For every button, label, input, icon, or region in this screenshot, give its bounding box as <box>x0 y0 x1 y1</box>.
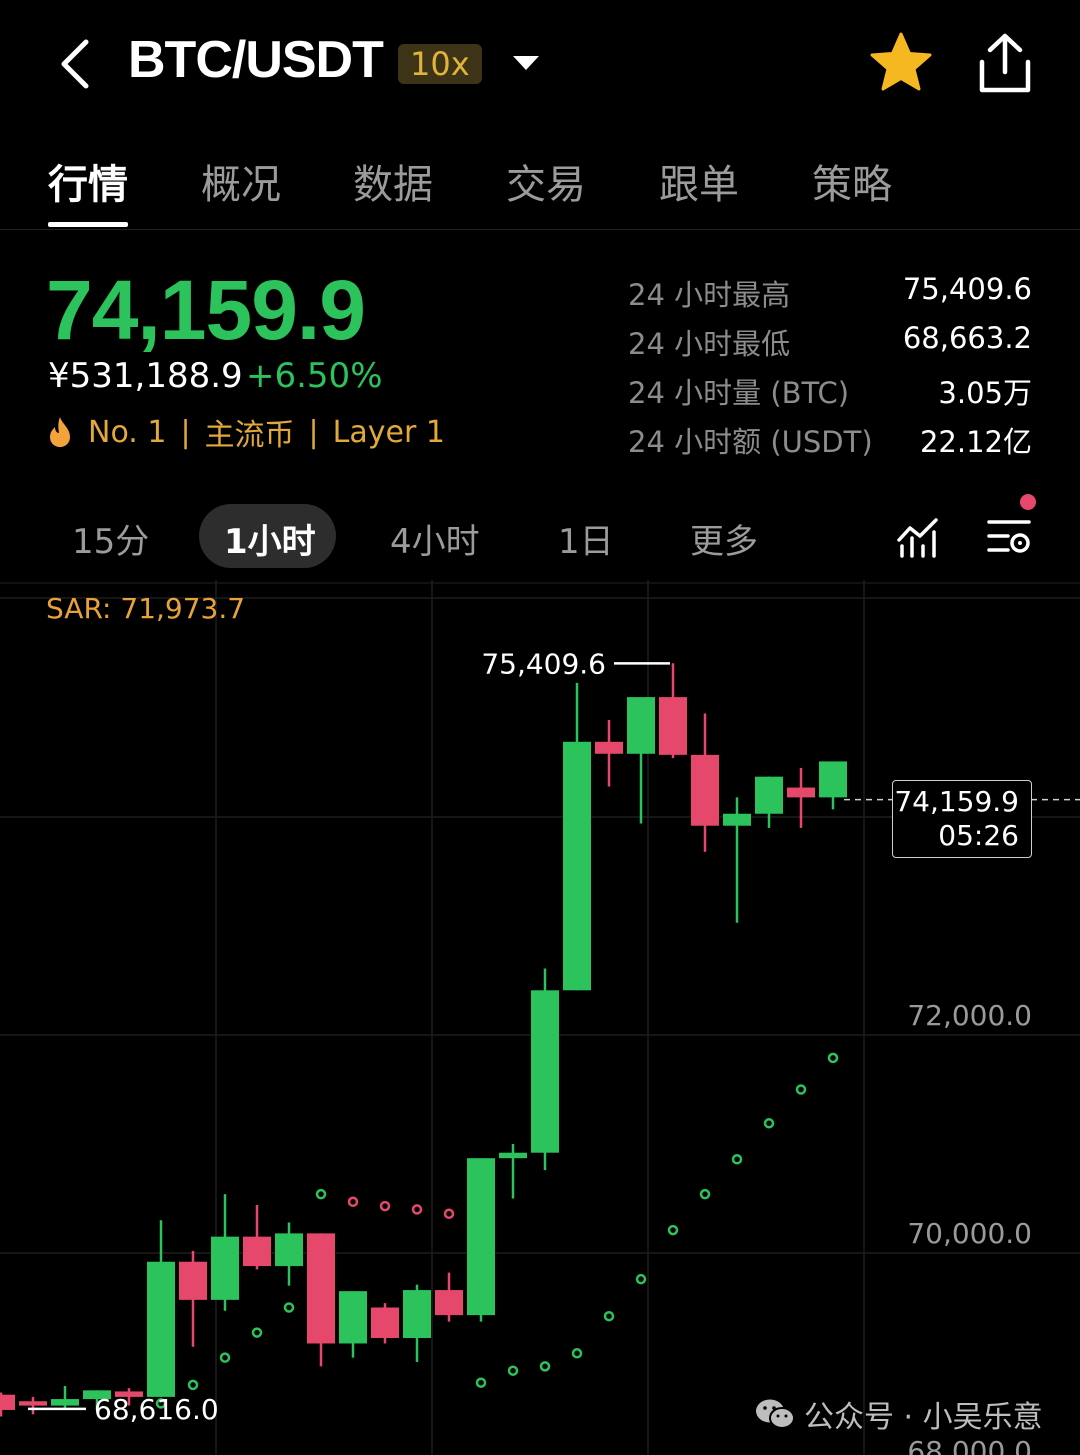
watermark-text: 公众号 · 小吴乐意 <box>804 1400 1043 1435</box>
candle-body <box>435 1290 463 1316</box>
sar-dot <box>219 1352 231 1363</box>
tab-strategy[interactable]: 策略 <box>812 152 892 210</box>
sar-dot <box>315 1188 327 1200</box>
last-price: 74,159.9 <box>46 263 366 357</box>
sar-dot <box>475 1377 487 1388</box>
candle-body <box>275 1233 303 1267</box>
chart-settings-icon[interactable] <box>986 514 1032 558</box>
candle-body <box>403 1290 431 1339</box>
candle-body <box>19 1401 47 1406</box>
candle-body <box>467 1158 495 1316</box>
pair-title[interactable]: BTC/USDT <box>128 30 384 90</box>
sar-dot <box>443 1208 455 1220</box>
candle-body <box>307 1233 335 1344</box>
notification-dot <box>1020 494 1036 510</box>
stat-low-label: 24 小时最低 <box>628 327 791 361</box>
tab-trade[interactable]: 交易 <box>506 152 586 210</box>
sar-dot <box>571 1348 583 1359</box>
indicator-icon[interactable] <box>896 514 942 558</box>
sar-dot <box>379 1200 391 1212</box>
back-arrow-icon[interactable] <box>52 36 102 92</box>
watermark: 公众号 · 小吴乐意 <box>754 1392 1043 1436</box>
candle-body <box>531 990 559 1153</box>
sar-dot <box>731 1154 743 1165</box>
high-marker-label: 75,409.6 <box>481 647 606 680</box>
candle-body <box>147 1261 175 1397</box>
active-tab-indicator <box>48 222 128 227</box>
candle-body <box>595 741 623 754</box>
sar-dot <box>251 1327 263 1338</box>
candle-body <box>563 741 591 991</box>
sar-dot <box>763 1118 775 1129</box>
sar-dot <box>283 1302 295 1313</box>
candle-body <box>723 813 751 826</box>
candle-body <box>211 1236 239 1300</box>
interval-1h[interactable]: 1小时 <box>224 514 316 563</box>
tag-row: No. 1 | 主流币 | Layer 1 <box>46 410 445 454</box>
sar-dot <box>507 1365 519 1376</box>
sar-dot <box>795 1084 807 1095</box>
fire-icon <box>50 417 70 447</box>
current-price-value: 74,159.9 <box>894 785 1019 818</box>
candle-body <box>627 697 655 754</box>
interval-more[interactable]: 更多 <box>690 514 758 563</box>
candle-body <box>819 761 847 798</box>
candlestick-chart[interactable]: 72,000.0 70,000.0 68,000.0 75,409.6 68,616.0 <box>0 580 1080 1455</box>
sar-dot <box>827 1052 839 1064</box>
star-icon[interactable] <box>868 30 934 96</box>
y-axis-tick-label: 70,000.0 <box>907 1217 1032 1250</box>
change-percent: +6.50% <box>246 356 383 396</box>
candle-body <box>51 1399 79 1406</box>
tabs-divider <box>0 229 1080 230</box>
candle-body <box>691 754 719 826</box>
sar-dot <box>411 1204 423 1215</box>
sar-dot <box>667 1224 679 1236</box>
stat-low-value: 68,663.2 <box>902 321 1032 355</box>
stat-volume-value: 3.05万 <box>938 376 1032 410</box>
low-marker-label: 68,616.0 <box>94 1393 219 1426</box>
sar-dot <box>539 1361 551 1372</box>
candle-body <box>659 697 687 755</box>
tab-copy-trade[interactable]: 跟单 <box>659 152 739 210</box>
candle-body <box>499 1152 527 1159</box>
tab-market[interactable]: 行情 <box>48 152 128 210</box>
sar-dot <box>699 1188 711 1200</box>
sar-dot <box>187 1379 199 1391</box>
interval-15m[interactable]: 15分 <box>72 514 149 563</box>
tab-overview[interactable]: 概况 <box>201 152 281 210</box>
stat-high-value: 75,409.6 <box>902 272 1032 306</box>
tab-data[interactable]: 数据 <box>353 152 433 210</box>
candle-body <box>0 1394 15 1410</box>
stat-turnover-label: 24 小时额 (USDT) <box>628 425 873 459</box>
stat-high-label: 24 小时最高 <box>628 278 791 312</box>
sar-dot <box>603 1310 615 1322</box>
candle-body <box>371 1307 399 1339</box>
sar-dot <box>635 1273 647 1285</box>
candle-body <box>755 776 783 814</box>
interval-4h[interactable]: 4小时 <box>390 514 480 563</box>
y-axis-tick-label: 68,000.0 <box>907 1435 1032 1455</box>
rank-tag[interactable]: No. 1 <box>88 415 166 450</box>
y-axis-tick-label: 72,000.0 <box>907 999 1032 1032</box>
share-icon[interactable] <box>974 32 1036 96</box>
stat-volume-label: 24 小时量 (BTC) <box>628 376 850 410</box>
tag-separator: | <box>180 414 191 450</box>
sar-indicator-label: SAR: 71,973.7 <box>46 592 246 625</box>
candle-body <box>339 1291 367 1344</box>
candle-body <box>243 1236 271 1267</box>
tag-separator: | <box>308 414 319 450</box>
candle-countdown: 05:26 <box>938 819 1019 852</box>
leverage-badge: 10x <box>398 44 482 84</box>
candle-body <box>179 1261 207 1300</box>
current-price-tag: 74,159.9 05:26 <box>892 780 1032 858</box>
category-tag[interactable]: 主流币 <box>205 410 295 454</box>
candle-body <box>787 787 815 798</box>
cny-price: ¥531,188.9 <box>48 356 243 396</box>
chevron-down-icon[interactable] <box>510 50 542 76</box>
stat-turnover-value: 22.12亿 <box>919 425 1032 459</box>
sar-dot <box>347 1196 359 1208</box>
wechat-icon <box>756 1399 795 1429</box>
layer-tag[interactable]: Layer 1 <box>333 415 445 450</box>
interval-1d[interactable]: 1日 <box>558 514 614 563</box>
